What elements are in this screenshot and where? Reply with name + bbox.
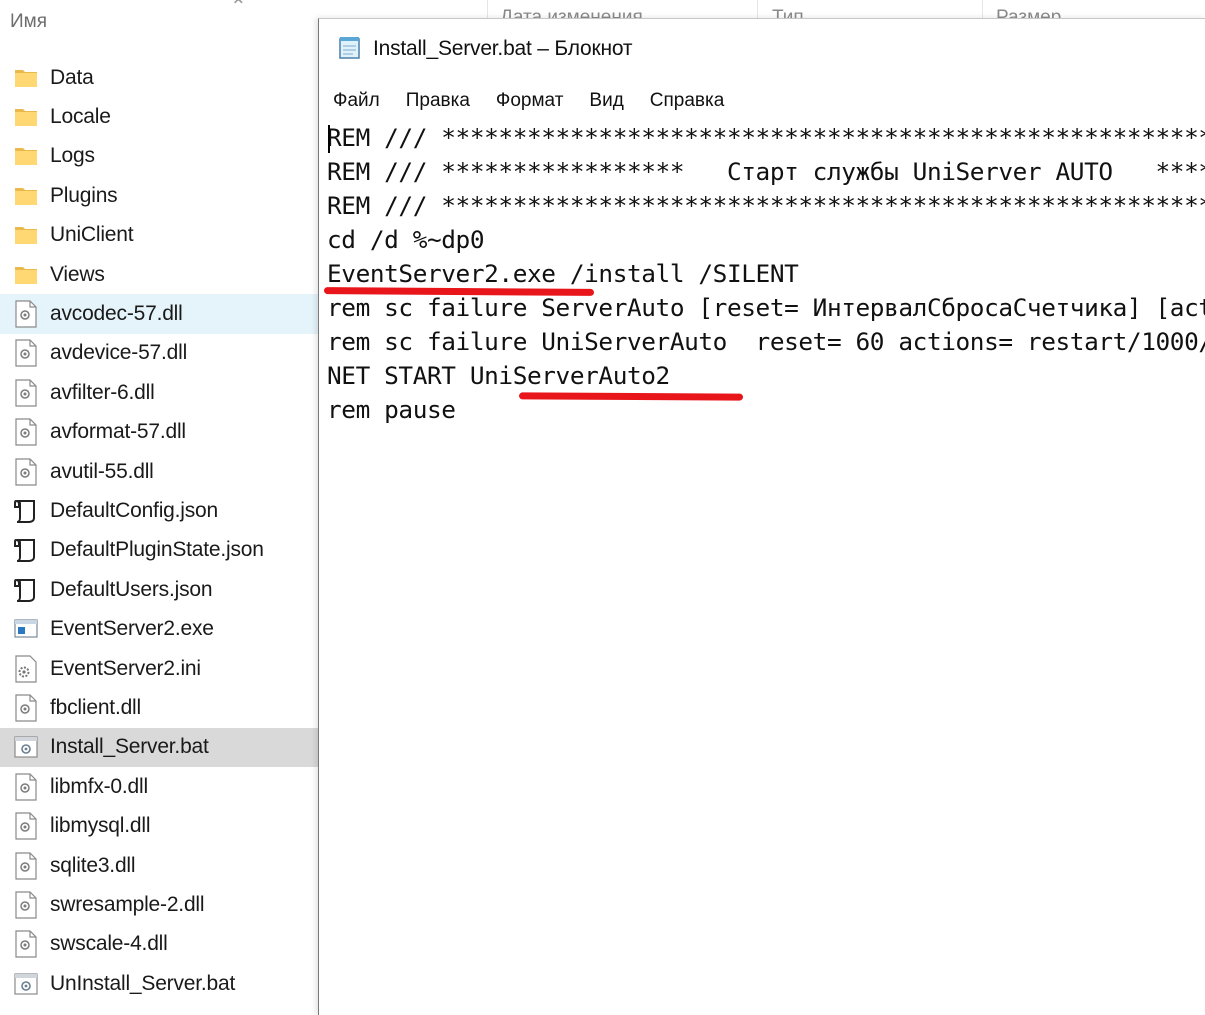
- file-item[interactable]: avfilter-6.dll: [0, 373, 318, 412]
- file-item[interactable]: avformat-57.dll: [0, 413, 318, 452]
- file-name: Data: [50, 65, 94, 89]
- text-caret: [328, 125, 330, 153]
- menu-view[interactable]: Вид: [589, 88, 623, 114]
- dll-icon: [14, 891, 38, 919]
- menu-format[interactable]: Формат: [496, 88, 564, 114]
- folder-icon: [14, 142, 38, 170]
- folder-icon: [14, 64, 38, 92]
- file-name: libmysql.dll: [50, 814, 151, 838]
- file-item[interactable]: avdevice-57.dll: [0, 334, 318, 373]
- file-item[interactable]: UniClient: [0, 216, 318, 255]
- file-item[interactable]: Install_Server.bat: [0, 727, 318, 768]
- folder-icon: [14, 221, 38, 249]
- bat-icon: [14, 733, 38, 761]
- file-name: EventServer2.exe: [50, 617, 214, 641]
- notepad-window[interactable]: Install_Server.bat – Блокнот Файл Правка…: [318, 18, 1205, 1015]
- file-name: avutil-55.dll: [50, 459, 154, 483]
- file-name: avformat-57.dll: [50, 420, 186, 444]
- menu-help[interactable]: Справка: [650, 88, 725, 114]
- file-item[interactable]: EventServer2.exe: [0, 609, 318, 648]
- folder-icon: [14, 182, 38, 210]
- file-item[interactable]: EventServer2.ini: [0, 649, 318, 688]
- code-line: REM /// ********************************…: [327, 123, 1205, 152]
- dll-icon: [14, 812, 38, 840]
- file-item[interactable]: Data: [0, 58, 318, 97]
- file-name: swresample-2.dll: [50, 892, 205, 916]
- file-name: Views: [50, 262, 105, 286]
- file-name: UniClient: [50, 223, 134, 247]
- file-name: avcodec-57.dll: [50, 302, 183, 326]
- code-line: cd /d %~dp0: [327, 225, 485, 254]
- file-item[interactable]: libmysql.dll: [0, 806, 318, 845]
- text-editor[interactable]: REM /// ********************************…: [327, 121, 1205, 1015]
- file-item[interactable]: avutil-55.dll: [0, 452, 318, 491]
- file-name: Plugins: [50, 183, 118, 207]
- json-icon: [14, 576, 38, 604]
- menu-edit[interactable]: Правка: [406, 88, 470, 114]
- file-name: fbclient.dll: [50, 695, 141, 719]
- code-line: rem pause: [327, 395, 456, 424]
- file-item[interactable]: swscale-4.dll: [0, 925, 318, 964]
- dll-icon: [14, 457, 38, 486]
- menu-file[interactable]: Файл: [333, 88, 380, 114]
- file-item[interactable]: DefaultPluginState.json: [0, 531, 318, 570]
- code-line: REM /// ***************** Старт службы U…: [327, 157, 1205, 186]
- dll-icon: [14, 930, 38, 958]
- dll-icon: [14, 379, 38, 407]
- file-item[interactable]: avcodec-57.dll: [0, 294, 318, 334]
- file-name: swscale-4.dll: [50, 932, 168, 956]
- dll-icon: [14, 300, 38, 328]
- file-name: EventServer2.ini: [50, 656, 201, 680]
- dll-icon: [14, 694, 38, 722]
- notepad-icon: [337, 34, 363, 65]
- bat-icon: [14, 970, 38, 998]
- annotation-underline-service: [518, 392, 744, 401]
- file-name: libmfx-0.dll: [50, 774, 148, 798]
- column-header-name[interactable]: Имя: [10, 0, 310, 40]
- file-item[interactable]: DefaultConfig.json: [0, 491, 318, 530]
- file-name: UnInstall_Server.bat: [50, 971, 236, 995]
- file-name: avdevice-57.dll: [50, 341, 188, 365]
- file-item[interactable]: Views: [0, 255, 318, 294]
- dll-icon: [14, 773, 38, 801]
- file-name: DefaultPluginState.json: [50, 538, 264, 562]
- json-icon: [14, 497, 38, 525]
- file-item[interactable]: libmfx-0.dll: [0, 767, 318, 806]
- code-line: EventServer2.exe /install /SILENT: [327, 259, 799, 288]
- folder-icon: [14, 103, 38, 131]
- title-bar[interactable]: Install_Server.bat – Блокнот: [319, 19, 1205, 79]
- menu-bar: Файл Правка Формат Вид Справка: [319, 79, 1205, 123]
- dll-icon: [14, 418, 38, 446]
- file-item[interactable]: sqlite3.dll: [0, 846, 318, 885]
- folder-icon: [14, 261, 38, 289]
- file-name: avfilter-6.dll: [50, 380, 155, 404]
- file-name: Locale: [50, 105, 111, 129]
- file-item[interactable]: fbclient.dll: [0, 688, 318, 727]
- file-list: Data Locale Logs Plugins UniClient Views avcod…: [0, 58, 318, 1003]
- ini-icon: [14, 654, 38, 683]
- file-name: sqlite3.dll: [50, 853, 136, 877]
- code-line: NET START UniServerAuto2: [327, 361, 670, 390]
- file-item[interactable]: Locale: [0, 97, 318, 136]
- file-item[interactable]: DefaultUsers.json: [0, 570, 318, 609]
- file-item[interactable]: swresample-2.dll: [0, 885, 318, 924]
- json-icon: [14, 536, 38, 564]
- file-item[interactable]: Plugins: [0, 176, 318, 215]
- file-name: DefaultConfig.json: [50, 498, 218, 522]
- sort-ascending-icon: ⌃: [230, 0, 247, 18]
- window-title: Install_Server.bat – Блокнот: [373, 37, 633, 60]
- file-name: DefaultUsers.json: [50, 577, 213, 601]
- exe-icon: [14, 615, 38, 643]
- file-name: Install_Server.bat: [50, 735, 209, 759]
- code-line: rem sc failure ServerAuto [reset= Интерв…: [327, 293, 1205, 322]
- code-line: REM /// ********************************…: [327, 191, 1205, 220]
- dll-icon: [14, 851, 38, 880]
- dll-icon: [14, 339, 38, 368]
- file-name: Logs: [50, 144, 95, 168]
- code-line: rem sc failure UniServerAuto reset= 60 a…: [327, 327, 1205, 356]
- file-item[interactable]: UnInstall_Server.bat: [0, 964, 318, 1003]
- file-item[interactable]: Logs: [0, 137, 318, 176]
